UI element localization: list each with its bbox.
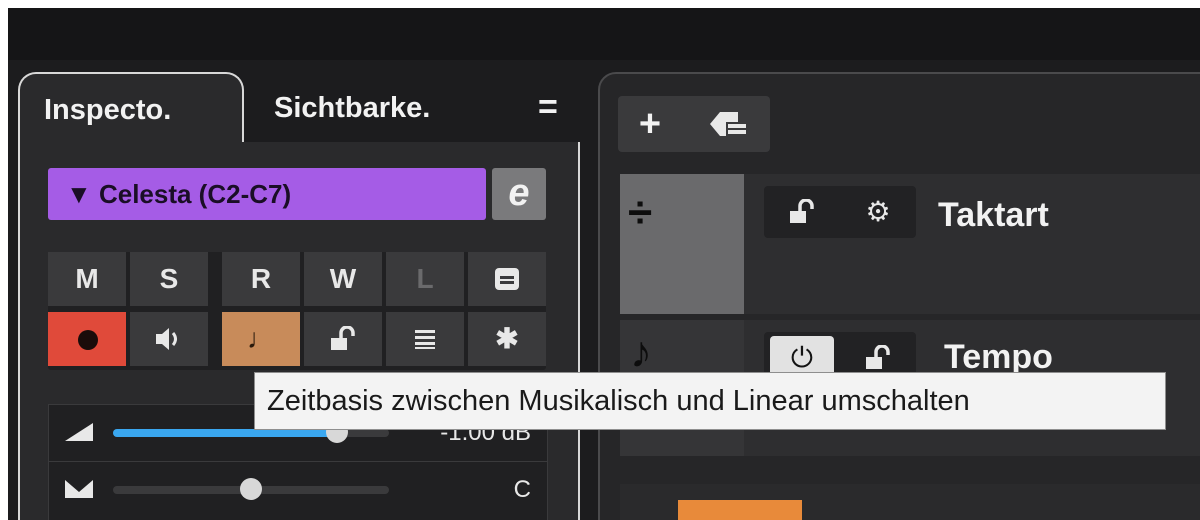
pan-bowtie-icon <box>65 480 93 498</box>
tempo-note-icon: ♪ <box>630 328 652 377</box>
record-enable-button[interactable] <box>48 312 126 366</box>
record-enable-icon <box>78 330 98 350</box>
read-automation-button[interactable]: R <box>222 252 300 306</box>
track-buttons-grid: M S R W L ♩ ✱ <box>48 252 546 370</box>
track-name-bar[interactable]: ▼ Celesta (C2-C7) <box>48 168 486 220</box>
track-color-strip <box>678 500 802 520</box>
l-button[interactable]: L <box>386 252 464 306</box>
track-toolbar: + <box>618 96 770 152</box>
lock-icon[interactable] <box>770 190 834 234</box>
mute-button[interactable]: M <box>48 252 126 306</box>
monitor-speaker-icon <box>156 328 177 350</box>
tab-visibility[interactable]: Sichtbarke. <box>274 92 430 125</box>
monitor-button[interactable] <box>130 312 208 366</box>
daw-window: Inspecto. Sichtbarke. = ▼ Celesta (C2-C7… <box>8 8 1200 520</box>
lanes-button[interactable] <box>386 312 464 366</box>
volume-ramp-icon <box>65 423 93 441</box>
signature-track-header: ÷ <box>620 174 744 314</box>
add-track-icon[interactable]: + <box>628 102 672 146</box>
tooltip: Zeitbasis zwischen Musikalisch und Linea… <box>254 372 1166 430</box>
add-track-preset-icon[interactable] <box>706 102 750 146</box>
edit-instrument-button[interactable]: e <box>492 168 546 220</box>
gear-icon[interactable]: ⚙ <box>846 190 910 234</box>
track-name: ▼ Celesta (C2-C7) <box>66 179 292 209</box>
edit-channel-icon[interactable] <box>468 252 546 306</box>
pan-value: C <box>513 476 531 503</box>
signature-divide-icon: ÷ <box>628 188 653 237</box>
freeze-asterisk-icon: ✱ <box>495 323 519 354</box>
pan-fader-row: C <box>49 462 547 518</box>
top-toolbar <box>8 8 1200 60</box>
hamburger-menu-icon[interactable]: = <box>538 88 558 127</box>
signature-track-lane[interactable]: ÷ ⚙ Taktart <box>620 174 1200 314</box>
lock-icon <box>331 325 355 350</box>
write-automation-button[interactable]: W <box>304 252 382 306</box>
tab-inspector-label: Inspecto. <box>44 94 172 126</box>
pan-fader-knob[interactable] <box>240 478 262 500</box>
freeze-button[interactable]: ✱ <box>468 312 546 366</box>
volume-fader[interactable] <box>113 429 389 437</box>
tab-inspector[interactable]: Inspecto. <box>18 72 244 144</box>
signature-controls: ⚙ <box>764 186 916 238</box>
project-area: + ÷ ⚙ Taktart ♪ ⏻ Tempo <box>598 72 1200 520</box>
tooltip-text: Zeitbasis zwischen Musikalisch und Linea… <box>267 385 970 417</box>
volume-fader-fill <box>113 429 337 437</box>
solo-button[interactable]: S <box>130 252 208 306</box>
lock-button[interactable] <box>304 312 382 366</box>
lanes-icon <box>415 330 435 349</box>
signature-track-title: Taktart <box>938 196 1049 234</box>
instrument-track-lane[interactable] <box>620 484 1200 520</box>
timebase-note-icon: ♩ <box>247 323 275 354</box>
timebase-toggle-button[interactable]: ♩ <box>222 312 300 366</box>
